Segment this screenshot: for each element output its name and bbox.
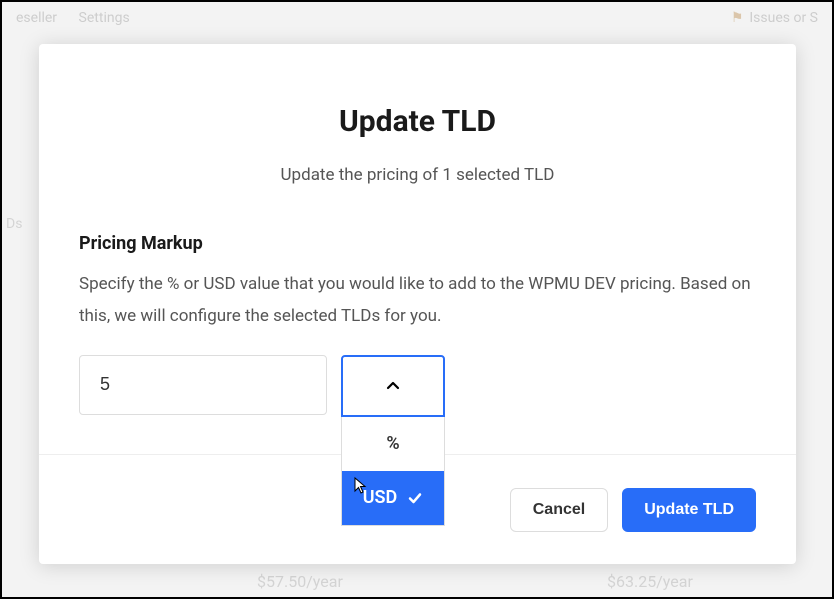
pricing-markup-description: Specify the % or USD value that you woul… <box>79 268 756 333</box>
update-tld-modal: Update TLD Update the pricing of 1 selec… <box>39 44 796 564</box>
pricing-markup-heading: Pricing Markup <box>79 233 756 254</box>
update-tld-button[interactable]: Update TLD <box>622 488 756 532</box>
modal-title: Update TLD <box>79 104 756 139</box>
cancel-button[interactable]: Cancel <box>510 488 608 532</box>
markup-unit-option-usd[interactable]: USD <box>342 471 444 525</box>
option-label: USD <box>363 487 398 508</box>
modal-subtitle: Update the pricing of 1 selected TLD <box>79 165 756 185</box>
chevron-up-icon <box>385 378 401 394</box>
option-label: % <box>386 433 399 454</box>
markup-value-input[interactable] <box>79 355 327 415</box>
check-icon <box>407 490 423 506</box>
markup-input-row: % USD <box>79 355 756 417</box>
markup-unit-option-percent[interactable]: % <box>342 417 444 471</box>
markup-unit-menu: % USD <box>341 417 445 526</box>
modal-body: Update TLD Update the pricing of 1 selec… <box>39 44 796 454</box>
markup-unit-trigger[interactable] <box>341 355 445 417</box>
markup-unit-dropdown: % USD <box>341 355 445 417</box>
